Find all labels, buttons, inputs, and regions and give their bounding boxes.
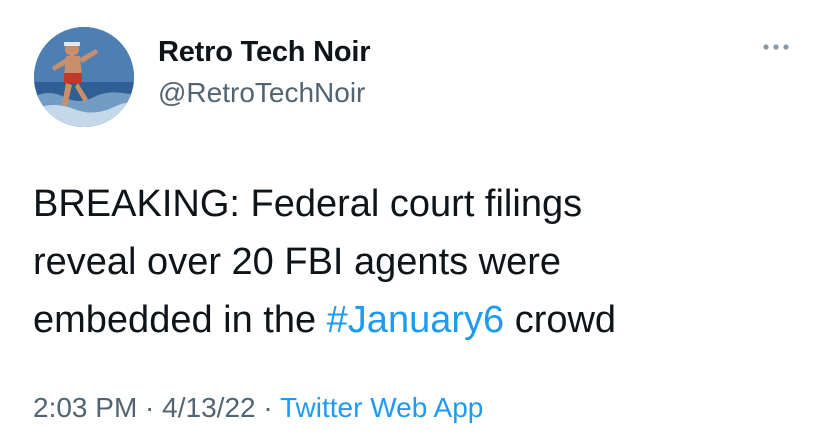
more-horizontal-icon[interactable] [762, 40, 790, 54]
tweet-text-line-3-start: embedded in the [33, 299, 327, 341]
tweet-card: Retro Tech Noir @RetroTechNoir BREAKING:… [0, 0, 823, 437]
tweet-source-link[interactable]: Twitter Web App [280, 392, 483, 423]
tweet-text-line-3-end: crowd [504, 299, 617, 341]
tweet-text-line-1: BREAKING: Federal court filings [33, 183, 583, 225]
tweet-text: BREAKING: Federal court filings reveal o… [33, 175, 793, 349]
author-display-name[interactable]: Retro Tech Noir [158, 36, 371, 69]
meta-separator: · [137, 392, 163, 423]
tweet-text-line-2: reveal over 20 FBI agents were [33, 241, 562, 283]
meta-separator: · [255, 392, 280, 423]
tweet-metadata: 2:03 PM · 4/13/22 · Twitter Web App [33, 392, 483, 424]
hashtag-link[interactable]: #January6 [327, 299, 504, 341]
tweet-text-line-3: embedded in the #January6 crowd [33, 291, 793, 349]
tweet-time[interactable]: 2:03 PM [33, 392, 137, 423]
avatar-image [34, 27, 134, 127]
avatar[interactable] [34, 27, 134, 127]
author-handle[interactable]: @RetroTechNoir [158, 77, 365, 109]
tweet-date[interactable]: 4/13/22 [162, 392, 255, 423]
